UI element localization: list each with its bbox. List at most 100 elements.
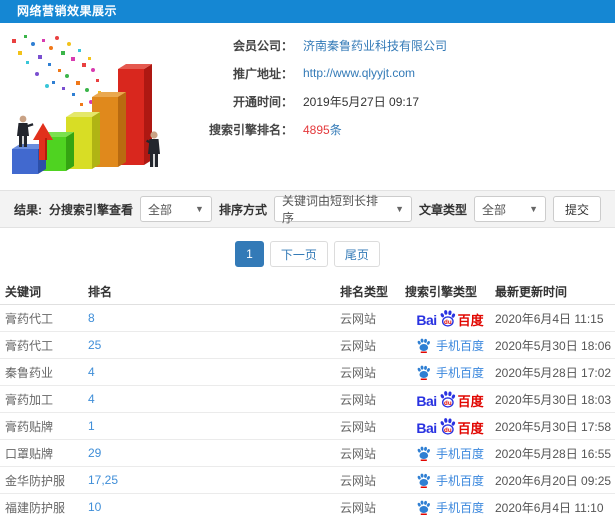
member-info-section: 会员公司： 济南秦鲁药业科技有限公司 推广地址： http://www.qlyy…	[0, 23, 615, 190]
keyword-cell: 福建防护服	[5, 500, 66, 515]
member-company-row: 会员公司： 济南秦鲁药业科技有限公司	[178, 36, 447, 54]
engine-rank-row: 搜索引擎排名： 4895条	[178, 120, 447, 138]
baidu-paw-icon: du	[440, 310, 455, 327]
baidu-paw-icon: du	[440, 391, 455, 408]
keyword-cell: 膏药代工	[5, 311, 54, 326]
open-time-label: 开通时间：	[232, 94, 293, 109]
engine-type-cell: 手机百度	[405, 445, 495, 462]
rank-type-cell: 云网站	[340, 392, 377, 407]
baidu-logo: Bai du 百度	[416, 417, 484, 435]
mobile-baidu-logo: 手机百度	[416, 445, 484, 462]
chevron-down-icon: ▼	[529, 204, 538, 214]
engine-rank-label: 搜索引擎排名：	[208, 122, 293, 137]
table-row: 膏药加工 4 云网站 Bai du 百度 2020年5月30日 18:03	[0, 386, 615, 413]
page-1-button[interactable]: 1	[235, 241, 264, 267]
engine-filter-select[interactable]: 全部 ▼	[139, 196, 212, 222]
keyword-cell: 膏药代工	[5, 338, 54, 353]
rank-link[interactable]: 29	[88, 446, 340, 460]
promo-url-row: 推广地址： http://www.qlyyjt.com	[178, 64, 447, 82]
rank-type-cell: 云网站	[340, 365, 377, 380]
baidu-paw-icon: du	[440, 418, 455, 435]
mobile-baidu-paw-icon	[417, 473, 430, 488]
member-company-label: 会员公司：	[232, 38, 293, 53]
updated-time-cell: 2020年5月28日 17:02	[495, 365, 612, 380]
mobile-baidu-logo: 手机百度	[416, 364, 484, 381]
mobile-baidu-logo: 手机百度	[416, 337, 484, 354]
rank-link[interactable]: 10	[88, 500, 340, 514]
next-page-button[interactable]: 下一页	[269, 241, 328, 267]
sort-select[interactable]: 关键词由短到长排序 ▼	[273, 194, 412, 225]
svg-text:du: du	[444, 319, 452, 326]
engine-rank-unit[interactable]: 条	[330, 123, 342, 137]
pagination: 1 下一页 尾页	[0, 228, 615, 279]
col-header-rank: 排名	[88, 285, 113, 299]
keyword-cell: 膏药加工	[5, 392, 54, 407]
rank-link[interactable]: 1	[88, 419, 340, 433]
keyword-rank-table: 关键词 排名 排名类型 搜索引擎类型 最新更新时间 膏药代工 8 云网站 Bai…	[0, 279, 615, 520]
svg-text:du: du	[444, 427, 452, 434]
chevron-down-icon: ▼	[395, 204, 404, 214]
article-type-value: 全部	[482, 202, 507, 217]
rank-link[interactable]: 8	[88, 311, 340, 325]
last-page-button[interactable]: 尾页	[333, 241, 380, 267]
updated-time-cell: 2020年6月4日 11:15	[495, 311, 604, 326]
chevron-down-icon: ▼	[195, 204, 204, 214]
open-time-value: 2019年5月27日 09:17	[303, 94, 420, 109]
svg-text:du: du	[444, 400, 452, 407]
col-header-engine-type: 搜索引擎类型	[405, 285, 478, 299]
engine-type-cell: Bai du 百度	[405, 309, 495, 327]
member-company-link[interactable]: 济南秦鲁药业科技有限公司	[303, 37, 447, 54]
open-time-row: 开通时间： 2019年5月27日 09:17	[178, 92, 447, 110]
table-row: 膏药代工 25 云网站 手机百度 2020年5月30日 18:06	[0, 332, 615, 359]
table-body: 膏药代工 8 云网站 Bai du 百度 2020年6月4日 11:15 膏药代…	[0, 305, 615, 520]
rank-type-cell: 云网站	[340, 446, 377, 461]
table-row: 金华防护服 17,25 云网站 手机百度 2020年6月20日 09:25	[0, 467, 615, 494]
promo-url-link[interactable]: http://www.qlyyjt.com	[303, 66, 415, 80]
engine-rank-count: 4895	[303, 122, 330, 137]
table-row: 福建防护服 10 云网站 手机百度 2020年6月4日 11:10	[0, 494, 615, 520]
table-row: 膏药贴牌 1 云网站 Bai du 百度 2020年5月30日 17:58	[0, 413, 615, 440]
mobile-baidu-paw-icon	[417, 338, 430, 353]
rank-link[interactable]: 4	[88, 392, 340, 406]
submit-button[interactable]: 提交	[553, 196, 601, 222]
mobile-baidu-paw-icon	[417, 365, 430, 380]
updated-time-cell: 2020年5月28日 16:55	[495, 446, 612, 461]
col-header-keyword: 关键词	[5, 285, 42, 299]
mobile-baidu-logo: 手机百度	[416, 472, 484, 489]
table-header-row: 关键词 排名 排名类型 搜索引擎类型 最新更新时间	[0, 279, 615, 305]
col-header-updated: 最新更新时间	[495, 285, 568, 299]
rank-link[interactable]: 4	[88, 365, 340, 379]
keyword-cell: 膏药贴牌	[5, 419, 54, 434]
rank-link[interactable]: 25	[88, 338, 340, 352]
engine-type-cell: 手机百度	[405, 472, 495, 489]
engine-type-cell: Bai du 百度	[405, 390, 495, 408]
engine-filter-value: 全部	[147, 202, 172, 217]
sort-value: 关键词由短到长排序	[281, 194, 378, 225]
keyword-cell: 金华防护服	[5, 473, 66, 488]
keyword-cell: 秦鲁药业	[5, 365, 54, 380]
businessman-figure-left	[17, 115, 34, 147]
sort-label: 排序方式	[218, 202, 267, 217]
article-type-select[interactable]: 全部 ▼	[474, 196, 546, 222]
updated-time-cell: 2020年6月20日 09:25	[495, 473, 612, 488]
engine-type-cell: 手机百度	[405, 499, 495, 516]
marketing-chart-illustration	[12, 35, 160, 174]
filter-bar: 结果: 分搜索引擎查看 全部 ▼ 排序方式 关键词由短到长排序 ▼ 文章类型 全…	[0, 190, 615, 228]
table-row: 秦鲁药业 4 云网站 手机百度 2020年5月28日 17:02	[0, 359, 615, 386]
rank-link[interactable]: 17,25	[88, 473, 340, 487]
promo-url-label: 推广地址：	[232, 66, 293, 81]
engine-type-cell: 手机百度	[405, 337, 495, 354]
table-row: 膏药代工 8 云网站 Bai du 百度 2020年6月4日 11:15	[0, 305, 615, 332]
updated-time-cell: 2020年5月30日 17:58	[495, 419, 612, 434]
mobile-baidu-paw-icon	[417, 446, 430, 461]
mobile-baidu-paw-icon	[417, 500, 430, 515]
updated-time-cell: 2020年5月30日 18:06	[495, 338, 612, 353]
rank-type-cell: 云网站	[340, 473, 377, 488]
rank-type-cell: 云网站	[340, 419, 377, 434]
engine-type-cell: Bai du 百度	[405, 417, 495, 435]
table-row: 口罩贴牌 29 云网站 手机百度 2020年5月28日 16:55	[0, 440, 615, 467]
rank-type-cell: 云网站	[340, 338, 377, 353]
confetti-decoration	[12, 35, 101, 106]
updated-time-cell: 2020年6月4日 11:10	[495, 500, 604, 515]
rank-type-cell: 云网站	[340, 500, 377, 515]
